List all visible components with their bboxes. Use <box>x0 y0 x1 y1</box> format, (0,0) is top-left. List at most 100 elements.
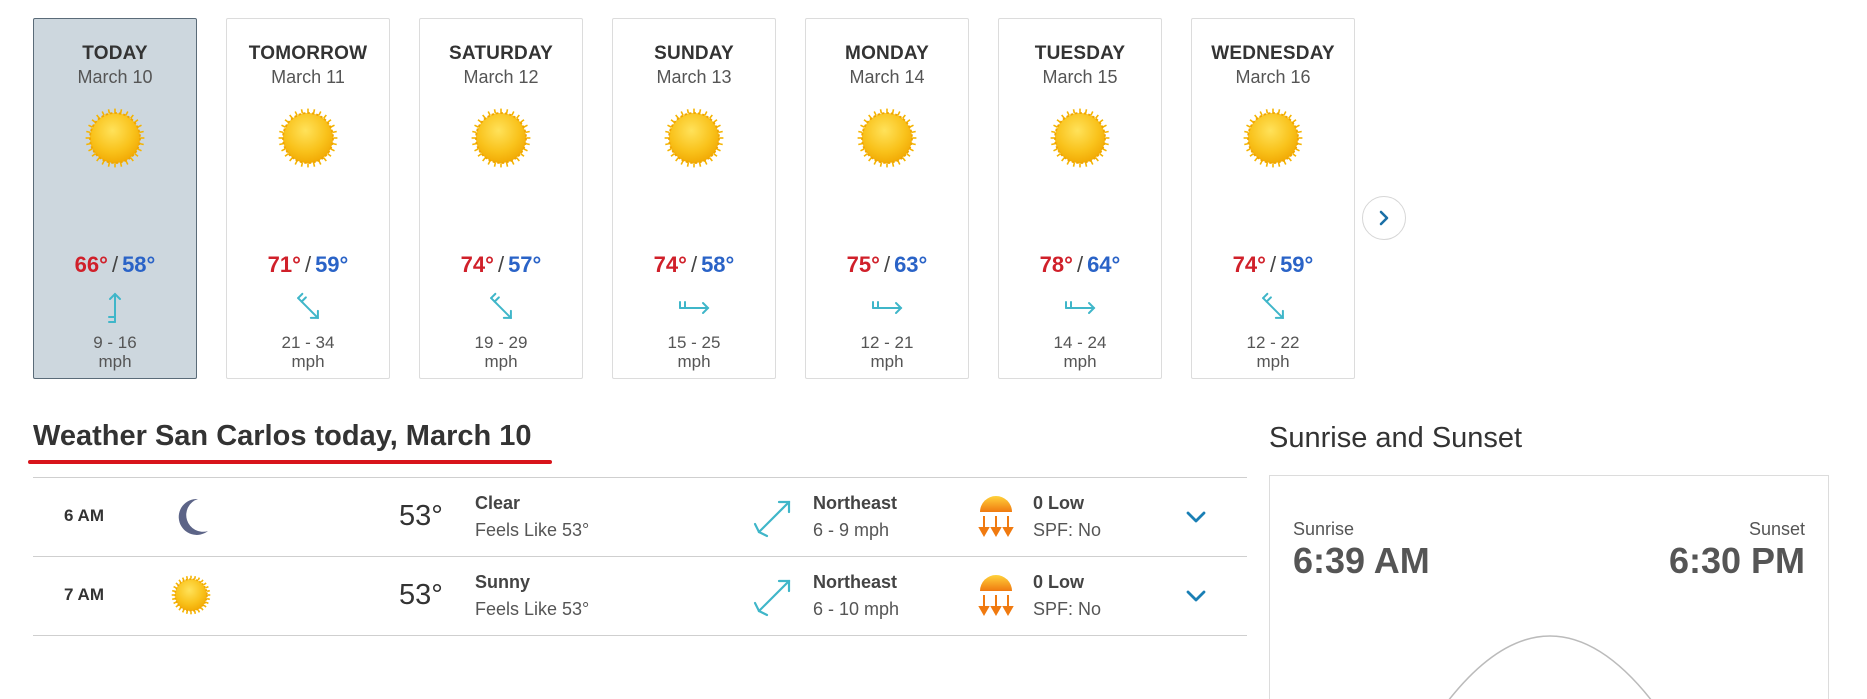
hour-row[interactable]: 6 AM 53° Clear Feels Like 53° Northeast … <box>33 477 1247 556</box>
wind-unit: mph <box>291 352 325 371</box>
day-date: March 12 <box>463 67 539 87</box>
hour-wind-direction: Northeast <box>813 493 898 513</box>
forecast-day-card[interactable]: WEDNESDAY March 16 74°/59° 12 - 22 mph <box>1191 18 1355 379</box>
hour-wind-speed: 6 - 10 mph <box>813 599 900 619</box>
temperature-range: 66°/58° <box>34 252 196 278</box>
hour-spf: SPF: No <box>1033 520 1102 540</box>
hour-wind-speed: 6 - 9 mph <box>813 520 890 540</box>
day-name: TODAY <box>82 43 148 64</box>
wind-direction-icon <box>753 500 791 538</box>
forecast-day-card[interactable]: SATURDAY March 12 74°/57° 19 - 29 mph <box>419 18 583 379</box>
sun-icon <box>171 575 211 615</box>
day-name: SATURDAY <box>448 43 553 64</box>
sunset-label: Sunset <box>1748 519 1805 539</box>
wind-direction-icon <box>490 292 512 319</box>
temperature-range: 75°/63° <box>806 252 968 278</box>
temp-separator: / <box>497 252 505 277</box>
day-date: March 15 <box>1042 67 1118 87</box>
forecast-strip: TODAY March 10 66°/58° 9 - 16 mph TOMORROW Mar… <box>33 18 1413 382</box>
day-date: March 13 <box>656 67 732 87</box>
hour-temp: 53° <box>399 500 443 532</box>
forecast-day-card[interactable]: TODAY March 10 66°/58° 9 - 16 mph <box>33 18 197 379</box>
temp-separator: / <box>1076 252 1084 277</box>
title-underline <box>28 460 552 464</box>
wind-speed: 21 - 34 <box>281 333 335 352</box>
day-name: TOMORROW <box>248 43 368 64</box>
wind-direction-icon <box>1262 292 1284 319</box>
hour-uv-index: 0 Low <box>1033 572 1085 592</box>
sun-icon <box>85 108 145 168</box>
moon-icon <box>178 498 208 535</box>
wind-unit: mph <box>484 352 518 371</box>
hour-wind-direction: Northeast <box>813 572 898 592</box>
day-name: TUESDAY <box>1034 43 1126 64</box>
temperature-range: 78°/64° <box>999 252 1161 278</box>
sun-icon <box>857 108 917 168</box>
wind-speed: 9 - 16 <box>93 333 137 352</box>
uv-index-icon <box>978 496 1014 538</box>
temp-separator: / <box>690 252 698 277</box>
day-date: March 11 <box>271 67 345 87</box>
day-date: March 14 <box>849 67 925 87</box>
low-temp: 64° <box>1087 252 1121 277</box>
low-temp: 57° <box>508 252 542 277</box>
chevron-down-icon[interactable] <box>1183 583 1209 609</box>
high-temp: 74° <box>460 252 494 277</box>
forecast-day-card[interactable]: MONDAY March 14 75°/63° 12 - 21 mph <box>805 18 969 379</box>
day-date: March 16 <box>1235 67 1311 87</box>
hour-feels-like: Feels Like 53° <box>475 520 590 540</box>
sun-path-arc <box>1448 635 1652 699</box>
wind-speed: 14 - 24 <box>1053 333 1107 352</box>
low-temp: 63° <box>894 252 928 277</box>
high-temp: 74° <box>1232 252 1266 277</box>
high-temp: 74° <box>653 252 687 277</box>
forecast-day-card[interactable]: SUNDAY March 13 74°/58° 15 - 25 mph <box>612 18 776 379</box>
chevron-down-icon[interactable] <box>1183 504 1209 530</box>
wind-speed: 19 - 29 <box>474 333 528 352</box>
temp-separator: / <box>1269 252 1277 277</box>
temperature-range: 74°/58° <box>613 252 775 278</box>
low-temp: 59° <box>315 252 349 277</box>
sunrise-sunset-panel: Sunrise 6:39 AM Sunset 6:30 PM <box>1269 475 1829 699</box>
high-temp: 66° <box>74 252 108 277</box>
sunset-time: 6:30 PM <box>1668 540 1805 581</box>
sunrise-label: Sunrise <box>1293 519 1355 539</box>
wind-direction-icon <box>1065 301 1096 314</box>
day-name: SUNDAY <box>654 43 734 64</box>
sun-icon <box>664 108 724 168</box>
high-temp: 75° <box>846 252 880 277</box>
temperature-range: 71°/59° <box>227 252 389 278</box>
wind-direction-icon <box>872 301 903 314</box>
sunrise-time: 6:39 AM <box>1293 540 1430 581</box>
wind-direction-icon <box>679 301 710 314</box>
wind-unit: mph <box>1256 352 1290 371</box>
uv-index-icon <box>978 575 1014 617</box>
temp-separator: / <box>883 252 891 277</box>
temperature-range: 74°/59° <box>1192 252 1354 278</box>
high-temp: 71° <box>267 252 301 277</box>
temp-separator: / <box>304 252 312 277</box>
hour-time: 6 AM <box>64 506 104 525</box>
low-temp: 58° <box>122 252 156 277</box>
day-name: WEDNESDAY <box>1211 43 1335 64</box>
chevron-right-icon <box>1379 210 1389 226</box>
hour-uv-index: 0 Low <box>1033 493 1085 513</box>
next-days-button[interactable] <box>1362 196 1406 240</box>
forecast-day-card[interactable]: TUESDAY March 15 78°/64° 14 - 24 mph <box>998 18 1162 379</box>
hourly-list: 6 AM 53° Clear Feels Like 53° Northeast … <box>33 477 1247 636</box>
wind-speed: 12 - 21 <box>860 333 914 352</box>
sun-icon <box>1243 108 1303 168</box>
wind-speed: 15 - 25 <box>667 333 721 352</box>
sun-icon <box>278 108 338 168</box>
sunrise-sunset-title: Sunrise and Sunset <box>1269 422 1523 454</box>
wind-direction-icon <box>108 292 121 323</box>
low-temp: 59° <box>1280 252 1314 277</box>
low-temp: 58° <box>701 252 735 277</box>
hour-condition: Sunny <box>475 572 531 592</box>
hour-feels-like: Feels Like 53° <box>475 599 590 619</box>
wind-direction-icon <box>753 579 791 617</box>
hour-row[interactable]: 7 AM 53° Sunny Feels Like 53° Northeast … <box>33 556 1247 636</box>
forecast-day-card[interactable]: TOMORROW March 11 71°/59° 21 - 34 mph <box>226 18 390 379</box>
temperature-range: 74°/57° <box>420 252 582 278</box>
temp-separator: / <box>111 252 119 277</box>
